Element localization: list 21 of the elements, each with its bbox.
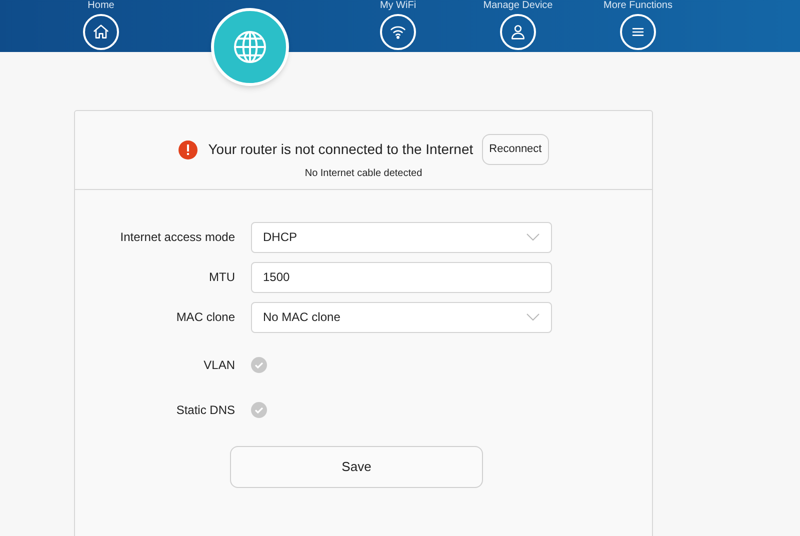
nav-tab[interactable]: My WiFi bbox=[348, 0, 448, 50]
status-message: Your router is not connected to the Internet bbox=[208, 140, 474, 159]
status-detail: No Internet cable detected bbox=[304, 167, 422, 181]
chevron-down-icon bbox=[526, 233, 540, 241]
nav-tab[interactable]: Home bbox=[51, 0, 151, 50]
checkbox[interactable] bbox=[251, 356, 267, 372]
dropdown-field[interactable]: No MAC clone bbox=[251, 302, 552, 332]
checkbox[interactable] bbox=[251, 402, 267, 418]
nav-tab[interactable]: Manage Device bbox=[468, 0, 568, 50]
input-field[interactable]: 1500 bbox=[251, 262, 552, 292]
field-label: MTU bbox=[208, 269, 235, 286]
field-label: MAC clone bbox=[175, 309, 235, 326]
chevron-down-icon bbox=[526, 313, 540, 321]
error-icon bbox=[178, 140, 198, 160]
save-button[interactable]: Save bbox=[230, 446, 483, 488]
field-label: VLAN bbox=[202, 356, 235, 374]
reconnect-button[interactable]: Reconnect bbox=[482, 134, 549, 165]
field-label: Internet access mode bbox=[119, 229, 235, 246]
nav-tab[interactable]: More Functions bbox=[588, 0, 688, 50]
field-label: Static DNS bbox=[175, 402, 235, 418]
dropdown-field[interactable]: DHCP bbox=[251, 222, 552, 252]
